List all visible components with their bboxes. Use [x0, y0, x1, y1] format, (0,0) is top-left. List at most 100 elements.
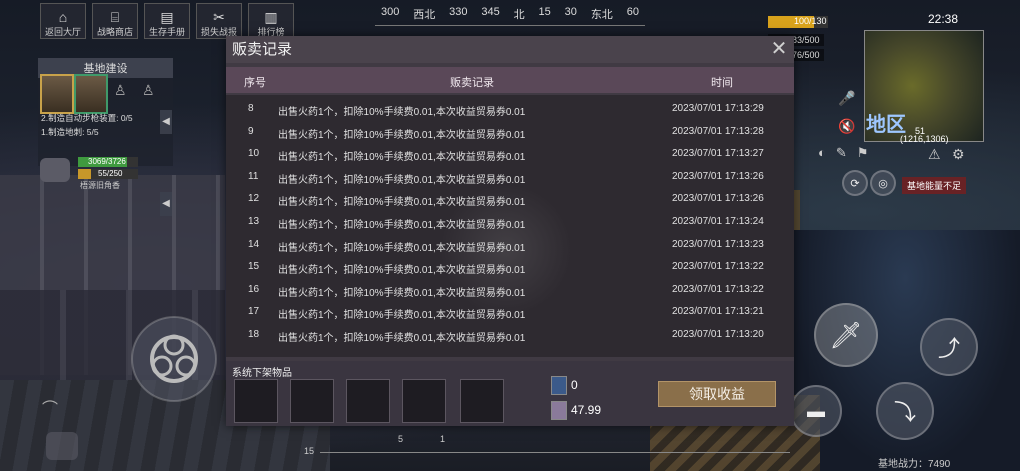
row-id: 12	[248, 193, 260, 205]
crouch-button[interactable]: ⤵	[876, 382, 934, 440]
bottom-counter-1: 15	[304, 446, 315, 456]
trade-coupon-icon	[551, 401, 567, 420]
row-record: 出售火药1个，扣除10%手续费0.01,本次收益贸易券0.01	[278, 107, 526, 118]
compass-bar: 300 西北 330 345 北 15 30 东北 60	[375, 6, 645, 26]
row-record: 出售火药1个，扣除10%手续费0.01,本次收益贸易券0.01	[278, 287, 526, 299]
base-building-panel[interactable]: 基地建设 ♙ ♙ 2.制造自动步枪装置: 0/5 1.制造地刺: 5/5	[38, 58, 173, 166]
row-time: 2023/07/01 17:13:20	[672, 329, 764, 340]
health-text: 100/130	[794, 16, 827, 26]
energy-text: 55/250	[98, 169, 123, 178]
ticket-icon	[551, 376, 567, 395]
row-record: 出售火药1个，扣除10%手续费0.01,本次收益贸易券0.01	[278, 220, 526, 231]
mask-icon[interactable]: ◐	[818, 145, 826, 161]
sales-record-dialog: 贩卖记录 ✕ 序号 贩卖记录 时间 8 出售火药1个，扣除10%手续费0.01,本…	[226, 36, 794, 426]
col-time: 时间	[711, 77, 733, 89]
microphone-icon[interactable]: 🎤	[838, 90, 855, 107]
survivor-avatar-1[interactable]	[40, 74, 74, 114]
ranking-icon: ▥	[264, 9, 278, 25]
row-time: 2023/07/01 17:13:26	[672, 193, 764, 205]
nav-button-1[interactable]: ⌸ 战略商店	[92, 3, 138, 39]
nav-button-label: 返回大厅	[44, 27, 81, 37]
records-table-body[interactable]: 8 出售火药1个，扣除10%手续费0.01,本次收益贸易券0.01 2023/07/…	[226, 95, 794, 357]
compass-mark: 东北	[590, 9, 613, 21]
book-icon: ▤	[160, 9, 174, 25]
nav-button-3[interactable]: ✂ 损失战报	[196, 3, 242, 39]
energy-bar: 55/250	[78, 169, 138, 179]
speaker-muted-icon[interactable]: 🔇	[838, 118, 855, 135]
table-row: 8 出售火药1个，扣除10%手续费0.01,本次收益贸易券0.01 2023/07/…	[226, 97, 794, 120]
knife-attack-button[interactable]: 🗡	[814, 303, 878, 367]
player-avatar[interactable]	[40, 158, 70, 182]
row-time: 2023/07/01 17:13:22	[672, 283, 764, 295]
compass-mark: 60	[626, 6, 639, 18]
row-time: 2023/07/01 17:13:26	[672, 170, 764, 182]
row-time: 2023/07/01 17:13:23	[672, 238, 764, 250]
claim-earnings-button[interactable]: 领取收益	[658, 381, 776, 407]
whistle-icon[interactable]: ⌒	[42, 395, 58, 419]
row-id: 11	[248, 170, 259, 182]
run-mode-icon[interactable]: ⟳	[842, 170, 868, 196]
compass-mark: 15	[538, 6, 551, 18]
bottom-divider	[320, 452, 790, 453]
bottom-counter-2: 5	[398, 434, 404, 444]
task-rifle[interactable]: 2.制造自动步枪装置: 0/5	[41, 112, 133, 124]
row-record: 出售火药1个，扣除10%手续费0.01,本次收益贸易券0.01	[278, 174, 526, 186]
col-record: 贩卖记录	[450, 77, 494, 89]
flag-icon[interactable]: ⚑	[857, 145, 869, 161]
clock: 22:38	[928, 12, 959, 26]
nav-button-label: 生存手册	[148, 27, 185, 37]
chat-button[interactable]	[46, 432, 78, 460]
survivor-avatar-2[interactable]	[74, 74, 108, 114]
location-icon[interactable]: ◎	[870, 170, 896, 196]
collapse-arrow-icon[interactable]: ◀	[160, 110, 172, 134]
row-time: 2023/07/01 17:13:22	[672, 261, 764, 273]
table-row: 13 出售火药1个，扣除10%手续费0.01,本次收益贸易券0.01 2023/07…	[226, 210, 794, 233]
table-row: 11 出售火药1个，扣除10%手续费0.01,本次收益贸易券0.01 2023/07…	[226, 165, 794, 188]
minimap-region-label: 地区	[866, 114, 906, 136]
compass-mark: 西北	[413, 9, 436, 21]
hud-icon-row: ◐ ✎ ⚑	[818, 145, 868, 161]
collapse-arrow-icon-2[interactable]: ◀	[160, 192, 172, 216]
table-header: 序号 贩卖记录 时间	[226, 67, 794, 93]
row-id: 8	[248, 103, 254, 114]
nav-button-0[interactable]: ⌂ 返回大厅	[40, 3, 86, 39]
prone-button[interactable]: ▬	[790, 385, 842, 437]
item-slot[interactable]	[234, 379, 278, 423]
row-id: 9	[248, 125, 254, 137]
base-power: 基地战力：7490	[878, 459, 951, 470]
warning-chip: 基地能量不足	[902, 177, 967, 194]
alert-icon[interactable]: ⚠	[928, 146, 941, 163]
row-record: 出售火药1个，扣除10%手续费0.01,本次收益贸易券0.01	[278, 197, 526, 209]
dialog-title: 贩卖记录	[226, 36, 794, 63]
jump-button[interactable]: ⤴	[920, 318, 978, 376]
row-record: 出售火药1个，扣除10%手续费0.01,本次收益贸易券0.01	[278, 333, 526, 344]
row-record: 出售火药1个，扣除10%手续费0.01,本次收益贸易券0.01	[278, 152, 526, 164]
empty-slot-icon[interactable]: ♙	[114, 82, 127, 99]
item-slot[interactable]	[460, 379, 504, 423]
row-id: 15	[248, 261, 260, 273]
row-record: 出售火药1个，扣除10%手续费0.01,本次收益贸易券0.01	[278, 310, 526, 322]
row-time: 2023/07/01 17:13:27	[672, 148, 764, 160]
currency-1-value: 0	[571, 378, 578, 392]
shop-icon: ⌸	[110, 9, 120, 25]
task-spikes[interactable]: 1.制造地刺: 5/5	[41, 126, 99, 138]
table-row: 10 出售火药1个，扣除10%手续费0.01,本次收益贸易券0.01 2023/07…	[226, 142, 794, 165]
biohazard-joystick-icon[interactable]	[130, 315, 218, 403]
row-record: 出售火药1个，扣除10%手续费0.01,本次收益贸易券0.01	[278, 129, 526, 141]
item-slot[interactable]	[402, 379, 446, 423]
offshelf-label: 系统下架物品	[232, 368, 292, 379]
row-id: 17	[248, 306, 260, 318]
health-bar: 100/130	[768, 16, 828, 28]
close-icon[interactable]: ✕	[768, 38, 790, 60]
compass-mark: 345	[481, 6, 500, 18]
row-record: 出售火药1个，扣除10%手续费0.01,本次收益贸易券0.01	[278, 242, 526, 254]
nav-button-2[interactable]: ▤ 生存手册	[144, 3, 190, 39]
item-slot[interactable]	[290, 379, 334, 423]
empty-slot-icon-2[interactable]: ♙	[142, 82, 155, 99]
bandage-icon[interactable]: ✎	[836, 145, 847, 161]
gear-icon[interactable]: ⚙	[952, 146, 965, 163]
compass-mark: 北	[513, 9, 525, 21]
row-time: 2023/07/01 17:13:24	[672, 216, 764, 227]
nav-button-4[interactable]: ▥ 排行榜	[248, 3, 294, 39]
item-slot[interactable]	[346, 379, 390, 423]
